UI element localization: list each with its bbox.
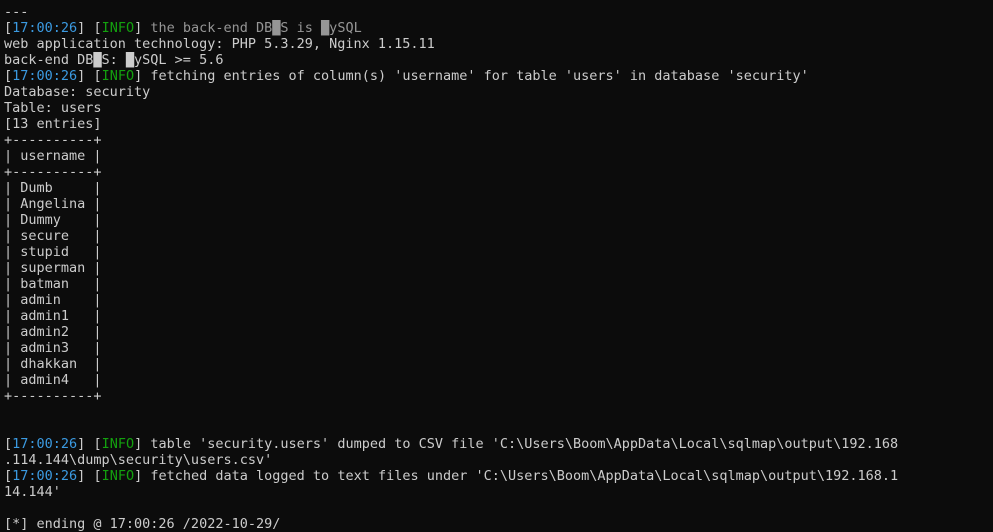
- results-table-row: | admin1 |: [4, 308, 102, 324]
- results-table-line: | stupid |: [4, 244, 993, 260]
- terminal-text-line: ---: [4, 4, 29, 20]
- log-level-label: INFO: [101, 436, 135, 452]
- log-timestamp: 17:00:26: [12, 436, 78, 452]
- results-table-line: | admin |: [4, 292, 993, 308]
- log-bracket-open: [: [4, 436, 13, 452]
- results-table-row: | Dumb |: [4, 180, 102, 196]
- terminal-text-line: back-end DB█S: █ySQL >= 5.6: [4, 52, 224, 68]
- results-table-line: +----------+: [4, 388, 993, 404]
- results-table-line: | Dummy |: [4, 212, 993, 228]
- log-level-bracket-open: [: [93, 436, 102, 452]
- log-message: table 'security.users' dumped to CSV fil…: [142, 436, 899, 452]
- log-line: [17:00:26] [INFO] fetching entries of co…: [4, 68, 993, 84]
- log-message: fetching entries of column(s) 'username'…: [142, 68, 809, 84]
- terminal-text-line: Database: security: [4, 84, 151, 100]
- results-table-line: | batman |: [4, 276, 993, 292]
- results-table-row: +----------+: [4, 164, 102, 180]
- terminal-text-line: 14.144': [4, 484, 61, 500]
- log-line: [17:00:26] [INFO] table 'security.users'…: [4, 436, 993, 452]
- log-line: [17:00:26] [INFO] the back-end DB█S is █…: [4, 20, 993, 36]
- log-line: [17:00:26] [INFO] fetched data logged to…: [4, 468, 993, 484]
- log-level-bracket-open: [: [93, 468, 102, 484]
- log-bracket-open: [: [4, 68, 13, 84]
- results-table-line: | Angelina |: [4, 196, 993, 212]
- results-table-row: | admin4 |: [4, 372, 102, 388]
- terminal-line: [13 entries]: [4, 116, 993, 132]
- log-timestamp: 17:00:26: [12, 20, 78, 36]
- terminal-text-line: [*] ending @ 17:00:26 /2022-10-29/: [4, 516, 281, 532]
- results-table-line: | secure |: [4, 228, 993, 244]
- results-table-line: | dhakkan |: [4, 356, 993, 372]
- results-table-row: | superman |: [4, 260, 102, 276]
- results-table-line: | admin3 |: [4, 340, 993, 356]
- terminal-text-line: web application technology: PHP 5.3.29, …: [4, 36, 435, 52]
- log-level-bracket-open: [: [93, 20, 102, 36]
- results-table-row: | Dummy |: [4, 212, 102, 228]
- terminal-line: .114.144\dump\security\users.csv': [4, 452, 993, 468]
- terminal-line: back-end DB█S: █ySQL >= 5.6: [4, 52, 993, 68]
- results-table-row: | admin3 |: [4, 340, 102, 356]
- results-table-row: | dhakkan |: [4, 356, 102, 372]
- results-table-row: | batman |: [4, 276, 102, 292]
- terminal-text-line: Table: users: [4, 100, 102, 116]
- results-table-row: | secure |: [4, 228, 102, 244]
- terminal-text-line: [13 entries]: [4, 116, 102, 132]
- log-level-label: INFO: [101, 68, 135, 84]
- log-message: the back-end DB█S is █ySQL: [142, 20, 362, 36]
- log-level-label: INFO: [101, 468, 135, 484]
- results-table-row: | admin2 |: [4, 324, 102, 340]
- log-bracket-open: [: [4, 20, 13, 36]
- results-table-line: | admin1 |: [4, 308, 993, 324]
- results-table-row: +----------+: [4, 132, 102, 148]
- results-table-line: | superman |: [4, 260, 993, 276]
- terminal-output[interactable]: --- [17:00:26] [INFO] the back-end DB█S i…: [0, 0, 993, 532]
- results-table-row: +----------+: [4, 388, 102, 404]
- log-timestamp: 17:00:26: [12, 468, 78, 484]
- terminal-text-line: .114.144\dump\security\users.csv': [4, 452, 273, 468]
- log-timestamp: 17:00:26: [12, 68, 78, 84]
- results-table-row: | Angelina |: [4, 196, 102, 212]
- terminal-line: [*] ending @ 17:00:26 /2022-10-29/: [4, 516, 993, 532]
- results-table-line: +----------+: [4, 164, 993, 180]
- results-table-line: +----------+: [4, 132, 993, 148]
- terminal-line: Table: users: [4, 100, 993, 116]
- terminal-line: ---: [4, 4, 993, 20]
- results-table-row: | stupid |: [4, 244, 102, 260]
- results-table-line: | admin2 |: [4, 324, 993, 340]
- results-table-line: | Dumb |: [4, 180, 993, 196]
- log-message: fetched data logged to text files under …: [142, 468, 899, 484]
- results-table-row: | username |: [4, 148, 102, 164]
- results-table-row: | admin |: [4, 292, 102, 308]
- log-level-label: INFO: [101, 20, 135, 36]
- terminal-line: web application technology: PHP 5.3.29, …: [4, 36, 993, 52]
- log-level-bracket-open: [: [93, 68, 102, 84]
- results-table-line: | username |: [4, 148, 993, 164]
- terminal-line: Database: security: [4, 84, 993, 100]
- log-bracket-open: [: [4, 468, 13, 484]
- results-table-line: | admin4 |: [4, 372, 993, 388]
- terminal-line: 14.144': [4, 484, 993, 500]
